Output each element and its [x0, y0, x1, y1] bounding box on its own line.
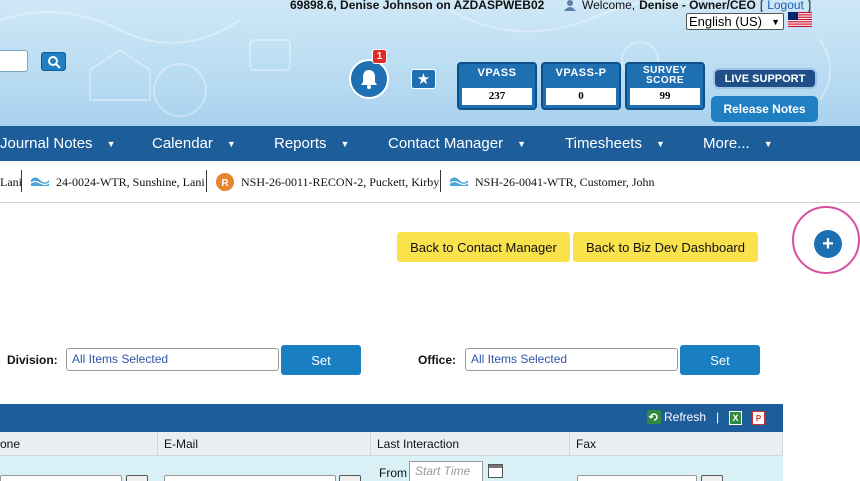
nav-item-reports[interactable]: Reports ▼ — [274, 126, 349, 161]
welcome-user: Denise - Owner/CEO — [639, 0, 756, 12]
us-flag-icon[interactable] — [788, 12, 812, 27]
nav-label: Reports — [274, 135, 327, 152]
email-filter-input[interactable] — [164, 475, 336, 481]
vpass-p-value: 0 — [546, 88, 616, 105]
nav-item-journal-notes[interactable]: Journal Notes ▼ — [0, 126, 115, 161]
survey-score-card[interactable]: SURVEY SCORE 99 — [625, 62, 705, 110]
vpass-title: VPASS — [477, 67, 517, 79]
chevron-down-icon: ▼ — [226, 138, 236, 149]
fax-filter-button[interactable] — [701, 475, 723, 481]
back-to-contact-manager-button[interactable]: Back to Contact Manager — [397, 232, 570, 262]
fax-filter-input[interactable] — [577, 475, 697, 481]
bell-icon — [361, 70, 377, 89]
main-nav: Journal Notes ▼ Calendar ▼ Reports ▼ Contac… — [0, 126, 860, 161]
office-set-button[interactable]: Set — [680, 345, 760, 375]
division-label: Division: — [7, 353, 58, 367]
nav-label: More... — [703, 135, 750, 152]
division-select[interactable]: All Items Selected — [66, 348, 279, 371]
nav-label: Timesheets — [565, 135, 642, 152]
chevron-down-icon: ▼ — [655, 138, 665, 149]
favorites-button[interactable]: ★ — [411, 69, 436, 89]
chevron-down-icon: ▼ — [106, 138, 116, 149]
email-filter-button[interactable] — [339, 475, 361, 481]
nav-item-calendar[interactable]: Calendar ▼ — [152, 126, 236, 161]
back-to-biz-dev-dashboard-button[interactable]: Back to Biz Dev Dashboard — [573, 232, 758, 262]
star-icon: ★ — [416, 71, 431, 88]
divider — [440, 170, 441, 192]
welcome-message: Welcome, Denise - Owner/CEO [Logout] — [562, 0, 811, 12]
recent-item-label: NSH-26-0011-RECON-2, Puckett, Kirby — [241, 174, 440, 189]
nav-label: Journal Notes — [0, 135, 93, 152]
nav-label: Contact Manager — [388, 135, 504, 152]
chevron-down-icon: ▼ — [340, 138, 350, 149]
chevron-down-icon: ▼ — [763, 138, 773, 149]
water-icon — [30, 177, 50, 186]
divider — [206, 170, 207, 192]
phone-filter-input[interactable] — [0, 475, 122, 481]
calendar-icon[interactable] — [488, 464, 503, 478]
user-icon — [564, 0, 576, 11]
refresh-icon — [647, 410, 661, 424]
nav-item-contact-manager[interactable]: Contact Manager ▼ — [388, 126, 526, 161]
reconstruction-icon: R — [216, 173, 234, 191]
vpass-p-card[interactable]: VPASS-P 0 — [541, 62, 621, 110]
column-header-email[interactable]: E-Mail — [158, 432, 371, 456]
header-banner: 69898.6, Denise Johnson on AZDASPWEB02 W… — [0, 0, 860, 126]
server-info: 69898.6, Denise Johnson on AZDASPWEB02 — [290, 0, 545, 12]
release-notes-button[interactable]: Release Notes — [711, 96, 818, 122]
grid-toolbar: Refresh | X P — [0, 404, 783, 432]
vpass-value: 237 — [462, 88, 532, 105]
column-header-fax[interactable]: Fax — [570, 432, 783, 456]
app-root: 69898.6, Denise Johnson on AZDASPWEB02 W… — [0, 0, 860, 481]
survey-score-title: SURVEY SCORE — [643, 65, 687, 86]
column-header-last-interaction[interactable]: Last Interaction — [371, 432, 570, 456]
office-select[interactable]: All Items Selected — [465, 348, 678, 371]
phone-filter-button[interactable] — [126, 475, 148, 481]
recent-item[interactable]: Lani — [0, 174, 22, 190]
survey-score-value: 99 — [630, 88, 700, 105]
column-header-phone[interactable]: one — [0, 432, 158, 456]
notification-badge: 1 — [372, 49, 387, 64]
add-button[interactable]: + — [814, 230, 842, 258]
divider — [21, 170, 22, 192]
search-icon — [47, 55, 61, 69]
language-value: English (US) — [689, 14, 762, 29]
recent-item-label: Lani — [0, 174, 22, 189]
vpass-card[interactable]: VPASS 237 — [457, 62, 537, 110]
chevron-down-icon: ▼ — [517, 138, 526, 149]
start-time-input[interactable]: Start Time — [409, 461, 483, 481]
division-set-button[interactable]: Set — [281, 345, 361, 375]
refresh-label: Refresh — [664, 410, 707, 424]
refresh-button[interactable]: Refresh — [647, 410, 706, 424]
chevron-down-icon: ▼ — [771, 16, 780, 27]
svg-text:R: R — [221, 178, 229, 189]
office-label: Office: — [418, 353, 457, 367]
language-select[interactable]: English (US) ▼ — [686, 13, 784, 30]
logout-bracket-close: ] — [807, 0, 812, 12]
recent-item[interactable]: NSH-26-0041-WTR, Customer, John — [449, 174, 655, 190]
notifications-button[interactable] — [349, 59, 389, 99]
welcome-prefix: Welcome, — [582, 0, 636, 12]
recent-item[interactable]: R NSH-26-0011-RECON-2, Puckett, Kirby — [215, 173, 440, 191]
recent-item[interactable]: 24-0024-WTR, Sunshine, Lani — [30, 174, 205, 190]
recent-item-label: NSH-26-0041-WTR, Customer, John — [475, 174, 655, 189]
logout-bracket-open: [ — [759, 0, 764, 12]
nav-item-more[interactable]: More... ▼ — [703, 126, 773, 161]
water-icon — [449, 177, 469, 186]
pdf-export-icon[interactable]: P — [752, 411, 765, 425]
vpass-p-title: VPASS-P — [555, 67, 607, 79]
toolbar-separator: | — [716, 410, 720, 424]
live-support-button[interactable]: LIVE SUPPORT — [713, 68, 817, 89]
recent-jobs-bar: Lani 24-0024-WTR, Sunshine, Lani R NSH-2… — [0, 161, 860, 203]
grid-header: one E-Mail Last Interaction Fax — [0, 432, 783, 456]
logout-link[interactable]: Logout — [767, 0, 804, 12]
search-input[interactable] — [0, 50, 28, 72]
nav-item-timesheets[interactable]: Timesheets ▼ — [565, 126, 665, 161]
search-button[interactable] — [41, 52, 66, 71]
from-label: From — [379, 466, 407, 480]
excel-export-icon[interactable]: X — [729, 411, 742, 425]
nav-label: Calendar — [152, 135, 213, 152]
recent-item-label: 24-0024-WTR, Sunshine, Lani — [56, 174, 205, 189]
